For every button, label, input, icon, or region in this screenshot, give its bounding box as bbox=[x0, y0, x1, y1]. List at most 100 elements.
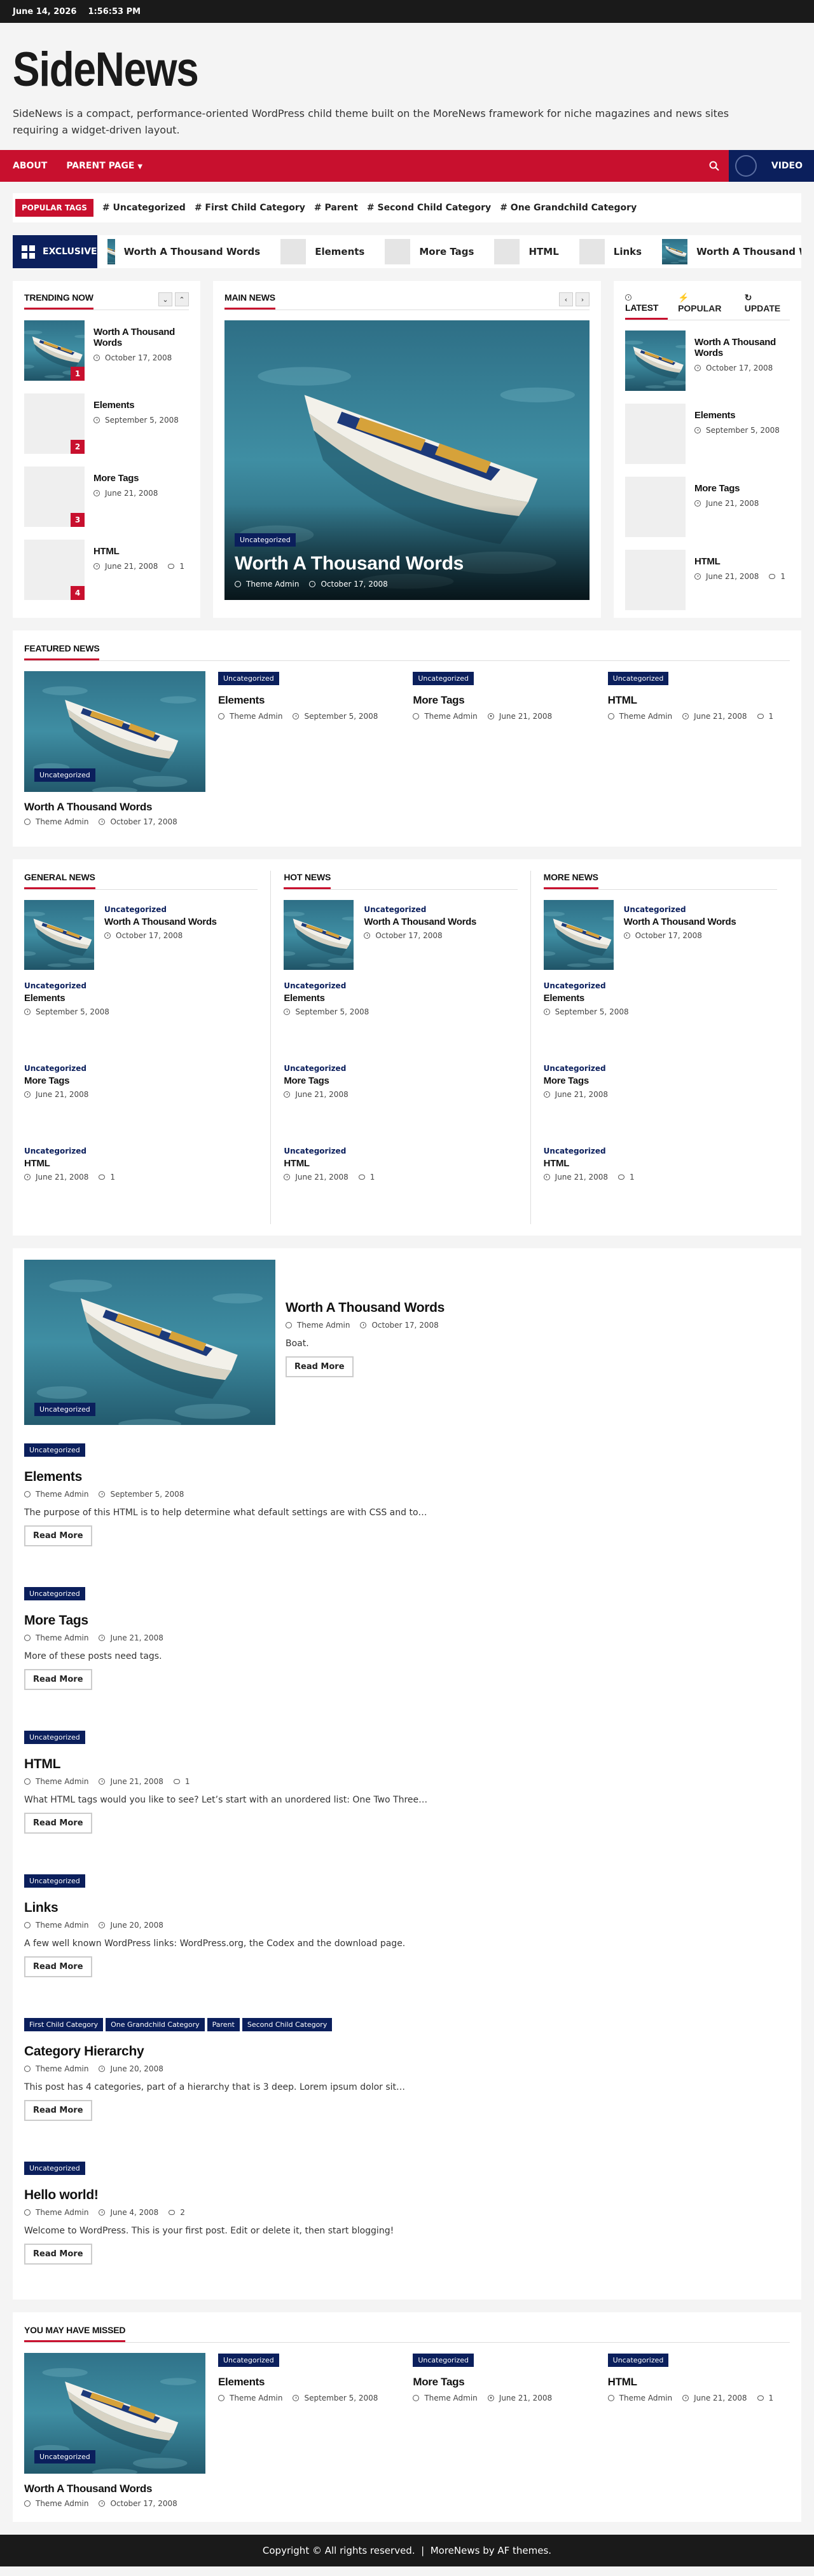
post-title[interactable]: More Tags bbox=[284, 1075, 517, 1086]
read-more-button[interactable]: Read More bbox=[24, 1525, 92, 1546]
post-author[interactable]: Theme Admin bbox=[230, 2394, 282, 2402]
category-badge[interactable]: Parent bbox=[207, 2018, 240, 2031]
comment-count[interactable]: 1 bbox=[110, 1173, 115, 1182]
column-post[interactable]: Uncategorized More Tags June 21, 2008 bbox=[543, 1064, 777, 1147]
post-title[interactable]: Elements bbox=[544, 993, 777, 1004]
post-title[interactable]: More Tags bbox=[24, 1075, 258, 1086]
category-badge[interactable]: Uncategorized bbox=[607, 672, 669, 685]
category-badge[interactable]: Uncategorized bbox=[218, 2354, 279, 2367]
post-title[interactable]: Worth A Thousand Words bbox=[624, 917, 736, 927]
column-post[interactable]: Uncategorized More Tags June 21, 2008 bbox=[284, 1064, 517, 1147]
tag-link[interactable]: # One Grandchild Category bbox=[500, 203, 637, 213]
post-title[interactable]: HTML bbox=[608, 694, 790, 707]
category-link[interactable]: Uncategorized bbox=[24, 1147, 258, 1155]
post-author[interactable]: Theme Admin bbox=[36, 1777, 88, 1786]
category-badge[interactable]: Uncategorized bbox=[607, 2354, 669, 2367]
post-title[interactable]: Elements bbox=[93, 400, 179, 411]
category-link[interactable]: Uncategorized bbox=[284, 981, 517, 990]
post-title[interactable]: HTML bbox=[284, 1158, 517, 1169]
post-title[interactable]: More Tags bbox=[694, 483, 759, 494]
post-author[interactable]: Theme Admin bbox=[246, 580, 299, 589]
tab-popular[interactable]: ⚡ POPULAR bbox=[678, 292, 735, 318]
post-title[interactable]: Worth A Thousand Words bbox=[24, 801, 205, 814]
read-more-button[interactable]: Read More bbox=[24, 1669, 92, 1690]
comment-count[interactable]: 2 bbox=[180, 2208, 185, 2217]
read-more-button[interactable]: Read More bbox=[24, 1956, 92, 1977]
post-title[interactable]: Worth A Thousand Words bbox=[694, 337, 790, 358]
featured-main-post[interactable]: Uncategorized Worth A Thousand Words The… bbox=[24, 671, 205, 826]
post-title[interactable]: Worth A Thousand Words bbox=[286, 1300, 445, 1316]
column-post[interactable]: Uncategorized Worth A Thousand Words Octob… bbox=[284, 900, 517, 981]
category-badge[interactable]: Uncategorized bbox=[413, 672, 474, 685]
ticker-item[interactable]: HTML bbox=[484, 239, 569, 264]
category-link[interactable]: Uncategorized bbox=[284, 1147, 517, 1155]
featured-item[interactable]: Uncategorized Elements Theme Admin Septembe… bbox=[218, 671, 400, 826]
featured-item[interactable]: Uncategorized More Tags Theme Admin June 21… bbox=[413, 671, 595, 826]
featured-item[interactable]: Uncategorized HTML Theme Admin June 21, 200… bbox=[607, 671, 790, 826]
post-title[interactable]: Worth A Thousand Words bbox=[24, 2483, 205, 2495]
post-author[interactable]: Theme Admin bbox=[424, 2394, 477, 2402]
chevron-left-icon[interactable]: ‹ bbox=[559, 292, 573, 306]
category-badge[interactable]: Uncategorized bbox=[218, 672, 279, 685]
post-title[interactable]: HTML bbox=[93, 546, 184, 557]
category-badge[interactable]: Second Child Category bbox=[242, 2018, 333, 2031]
nav-item-about[interactable]: ABOUT bbox=[13, 161, 47, 171]
latest-item[interactable]: Worth A Thousand Words October 17, 2008 bbox=[625, 331, 790, 404]
comment-count[interactable]: 1 bbox=[769, 2394, 774, 2402]
read-more-button[interactable]: Read More bbox=[24, 2100, 92, 2121]
column-post[interactable]: Uncategorized HTML June 21, 2008 1 bbox=[543, 1147, 777, 1229]
post-author[interactable]: Theme Admin bbox=[36, 817, 88, 826]
post-title[interactable]: Elements bbox=[218, 694, 400, 707]
post-title[interactable]: More Tags bbox=[93, 473, 158, 484]
comment-count[interactable]: 1 bbox=[370, 1173, 375, 1182]
missed-main-post[interactable]: Uncategorized Worth A Thousand Words The… bbox=[24, 2353, 205, 2508]
post-title[interactable]: Links bbox=[24, 1900, 790, 1916]
ticker-item[interactable]: More Tags bbox=[375, 239, 484, 264]
category-badge[interactable]: One Grandchild Category bbox=[106, 2018, 205, 2031]
post-author[interactable]: Theme Admin bbox=[36, 2208, 88, 2217]
column-post[interactable]: Uncategorized Elements September 5, 2008 bbox=[543, 981, 777, 1064]
post-author[interactable]: Theme Admin bbox=[619, 2394, 672, 2402]
post-title[interactable]: Worth A Thousand Words bbox=[93, 327, 189, 348]
column-post[interactable]: Uncategorized Elements September 5, 2008 bbox=[24, 981, 258, 1064]
post-author[interactable]: Theme Admin bbox=[297, 1321, 350, 1330]
post-author[interactable]: Theme Admin bbox=[36, 1921, 88, 1930]
tag-link[interactable]: # First Child Category bbox=[195, 203, 305, 213]
post-title[interactable]: More Tags bbox=[413, 694, 595, 707]
category-badge[interactable]: Uncategorized bbox=[413, 2354, 474, 2367]
post-author[interactable]: Theme Admin bbox=[36, 2064, 88, 2073]
column-post[interactable]: Uncategorized HTML June 21, 2008 1 bbox=[24, 1147, 258, 1229]
category-badge[interactable]: Uncategorized bbox=[34, 768, 95, 782]
category-badge[interactable]: Uncategorized bbox=[24, 1587, 85, 1600]
ticker-item[interactable]: Links bbox=[569, 239, 652, 264]
ticker-item[interactable]: Worth A Thousand Words bbox=[652, 239, 801, 264]
post-author[interactable]: Theme Admin bbox=[619, 712, 672, 721]
category-link[interactable]: Uncategorized bbox=[24, 981, 258, 990]
tag-link[interactable]: # Parent bbox=[314, 203, 358, 213]
post-title[interactable]: HTML bbox=[24, 1757, 790, 1772]
post-author[interactable]: Theme Admin bbox=[36, 1490, 88, 1499]
post-author[interactable]: Theme Admin bbox=[36, 1633, 88, 1642]
ticker-item[interactable]: Elements bbox=[270, 239, 375, 264]
trending-item[interactable]: 4 HTML June 21, 2008 1 bbox=[24, 540, 189, 613]
post-title[interactable]: Elements bbox=[24, 1469, 790, 1485]
post-title[interactable]: Hello world! bbox=[24, 2188, 790, 2203]
latest-item[interactable]: HTML June 21, 2008 1 bbox=[625, 550, 790, 623]
comment-count[interactable]: 1 bbox=[185, 1777, 190, 1786]
category-link[interactable]: Uncategorized bbox=[624, 905, 736, 914]
category-link[interactable]: Uncategorized bbox=[284, 1064, 517, 1073]
category-link[interactable]: Uncategorized bbox=[24, 1064, 258, 1073]
post-title[interactable]: HTML bbox=[694, 556, 785, 567]
post-title[interactable]: More Tags bbox=[24, 1613, 790, 1628]
category-link[interactable]: Uncategorized bbox=[544, 981, 777, 990]
column-post[interactable]: Uncategorized Elements September 5, 2008 bbox=[284, 981, 517, 1064]
category-link[interactable]: Uncategorized bbox=[104, 905, 217, 914]
category-badge[interactable]: Uncategorized bbox=[235, 533, 296, 547]
category-badge[interactable]: First Child Category bbox=[24, 2018, 104, 2031]
category-link[interactable]: Uncategorized bbox=[544, 1147, 777, 1155]
tag-link[interactable]: # Second Child Category bbox=[367, 203, 491, 213]
post-title[interactable]: More Tags bbox=[413, 2376, 595, 2389]
trending-item[interactable]: 1 Worth A Thousand Words October 17, 2008 bbox=[24, 320, 189, 393]
column-post[interactable]: Uncategorized Worth A Thousand Words Octob… bbox=[24, 900, 258, 981]
read-more-button[interactable]: Read More bbox=[286, 1356, 354, 1377]
